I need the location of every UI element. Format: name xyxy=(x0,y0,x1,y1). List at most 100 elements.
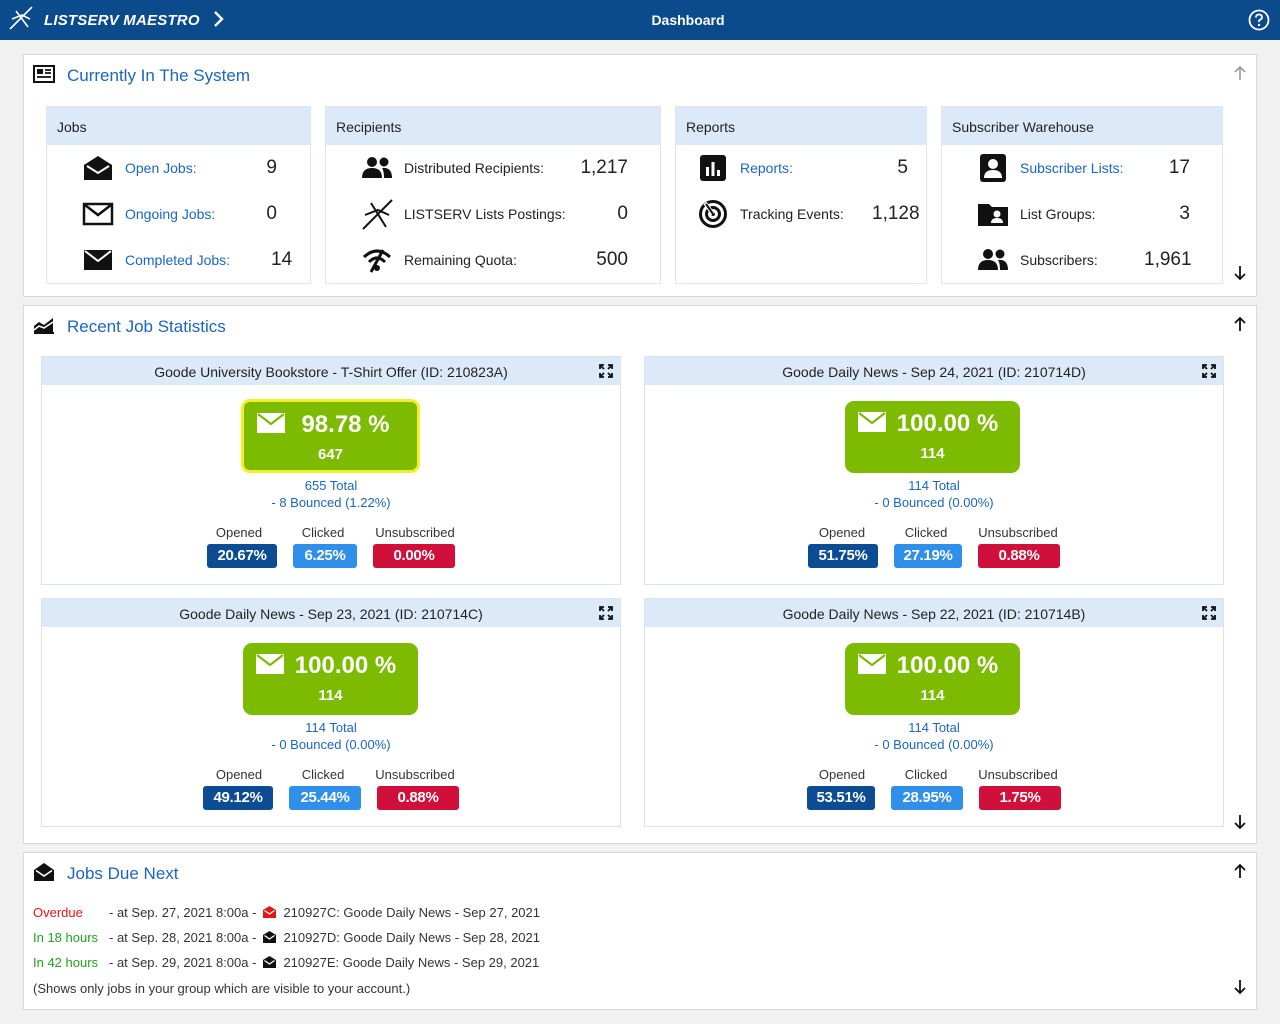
unsubscribed-label: Unsubscribed xyxy=(375,767,455,782)
unsubscribed-rate[interactable]: 0.88% xyxy=(978,544,1060,568)
clicked-rate[interactable]: 25.44% xyxy=(289,786,361,810)
collapse-arrow-icon[interactable] xyxy=(1233,316,1247,337)
completed-jobs-value: 14 xyxy=(271,249,293,270)
page-title: Dashboard xyxy=(651,12,725,28)
fullscreen-icon[interactable] xyxy=(1202,364,1216,383)
bounced-link[interactable]: - 0 Bounced (0.00%) xyxy=(42,737,620,752)
envelope-open-icon xyxy=(81,154,115,182)
bounced-link[interactable]: - 8 Bounced (1.22%) xyxy=(42,495,620,510)
completed-jobs-link[interactable]: Completed Jobs: xyxy=(125,252,230,268)
expand-arrow-icon[interactable] xyxy=(1233,265,1247,286)
envelope-open-icon xyxy=(33,862,55,887)
open-jobs-link[interactable]: Open Jobs: xyxy=(125,160,197,176)
ongoing-jobs-value: 0 xyxy=(266,203,277,224)
subscribers-label: Subscribers: xyxy=(1020,252,1098,268)
reports-box: Reports Reports: 5 Tracking Events: 1,12… xyxy=(675,106,927,284)
opened-rate[interactable]: 20.67% xyxy=(207,544,277,568)
due-job-row[interactable]: In 42 hours - at Sep. 29, 2021 8:00a - 2… xyxy=(33,953,539,971)
open-jobs-row: Open Jobs: 9 xyxy=(81,154,291,182)
due-job-name[interactable]: 210927C: Goode Daily News - Sep 27, 2021 xyxy=(283,905,540,920)
remaining-quota-label: Remaining Quota: xyxy=(404,252,517,268)
help-icon[interactable] xyxy=(1248,9,1270,36)
clicked-rate[interactable]: 27.19% xyxy=(894,544,962,568)
subscribers-value: 1,961 xyxy=(1144,249,1192,270)
recipients-box: Recipients Distributed Recipients: 1,217… xyxy=(325,106,661,284)
total-link[interactable]: 114 Total xyxy=(645,720,1223,735)
opened-rate[interactable]: 49.12% xyxy=(203,786,273,810)
opened-label: Opened xyxy=(215,767,263,782)
job-stat-card-title: Goode Daily News - Sep 22, 2021 (ID: 210… xyxy=(645,599,1223,627)
delivery-rate-badge[interactable]: 98.78 % 647 xyxy=(241,399,420,473)
due-note: (Shows only jobs in your group which are… xyxy=(33,981,411,996)
delivery-rate-badge[interactable]: 100.00 % 114 xyxy=(845,643,1020,715)
subscriber-lists-link[interactable]: Subscriber Lists: xyxy=(1020,160,1123,176)
delivery-rate-badge[interactable]: 100.00 % 114 xyxy=(243,643,418,715)
users-icon xyxy=(976,246,1010,274)
due-job-name[interactable]: 210927E: Goode Daily News - Sep 29, 2021 xyxy=(283,955,539,970)
users-icon xyxy=(360,154,394,182)
due-status: In 42 hours xyxy=(33,954,99,970)
opened-label: Opened xyxy=(818,767,866,782)
dashboard-icon xyxy=(33,64,55,88)
stats-panel-title: Recent Job Statistics xyxy=(67,317,226,336)
list-groups-value: 3 xyxy=(1179,203,1190,224)
job-stat-card-title: Goode Daily News - Sep 23, 2021 (ID: 210… xyxy=(42,599,620,627)
clicked-rate[interactable]: 6.25% xyxy=(293,544,357,568)
reports-link[interactable]: Reports: xyxy=(740,160,793,176)
due-status: In 18 hours xyxy=(33,929,99,945)
list-groups-row: List Groups: 3 xyxy=(976,200,1216,228)
total-link[interactable]: 114 Total xyxy=(42,720,620,735)
envelope-filled-icon xyxy=(81,246,115,274)
subscribers-row: Subscribers: 1,961 xyxy=(976,246,1216,274)
due-job-name[interactable]: 210927D: Goode Daily News - Sep 28, 2021 xyxy=(283,930,540,945)
collapse-arrow-icon[interactable] xyxy=(1233,65,1247,86)
metric-labels: Opened Clicked Unsubscribed xyxy=(645,767,1223,782)
clicked-label: Clicked xyxy=(904,767,948,782)
opened-label: Opened xyxy=(215,525,263,540)
due-job-row[interactable]: Overdue - at Sep. 27, 2021 8:00a - 21092… xyxy=(33,903,540,921)
reports-row: Reports: 5 xyxy=(696,154,916,182)
bounced-link[interactable]: - 0 Bounced (0.00%) xyxy=(645,495,1223,510)
delivered-count: 114 xyxy=(318,687,343,704)
delivery-rate: 98.78 % xyxy=(301,411,390,438)
jobs-box: Jobs Open Jobs: 9 Ongoing Jobs: 0 Comple… xyxy=(46,106,311,284)
reports-value: 5 xyxy=(897,157,908,178)
jobs-box-header: Jobs xyxy=(47,107,310,145)
expand-arrow-icon[interactable] xyxy=(1233,814,1247,835)
system-panel-header: Currently In The System xyxy=(33,64,250,88)
fullscreen-icon[interactable] xyxy=(599,606,613,625)
listserv-icon xyxy=(360,199,394,230)
total-link[interactable]: 114 Total xyxy=(645,478,1223,493)
delivery-rate: 100.00 % xyxy=(294,652,397,679)
fullscreen-icon[interactable] xyxy=(1202,606,1216,625)
envelope-open-icon xyxy=(262,930,277,944)
collapse-arrow-icon[interactable] xyxy=(1233,863,1247,884)
total-link[interactable]: 655 Total xyxy=(42,478,620,493)
unsubscribed-rate[interactable]: 1.75% xyxy=(979,786,1061,810)
top-bar: LISTSERV MAESTRO Dashboard xyxy=(0,0,1280,40)
metric-values: 51.75% 27.19% 0.88% xyxy=(645,544,1223,568)
ongoing-jobs-row: Ongoing Jobs: 0 xyxy=(81,200,291,228)
bounced-link[interactable]: - 0 Bounced (0.00%) xyxy=(645,737,1223,752)
expand-arrow-icon[interactable] xyxy=(1233,979,1247,1000)
due-panel-title: Jobs Due Next xyxy=(67,864,179,883)
unsubscribed-label: Unsubscribed xyxy=(375,525,455,540)
due-time: - at Sep. 29, 2021 8:00a - xyxy=(109,954,257,970)
fullscreen-icon[interactable] xyxy=(599,364,613,383)
metric-labels: Opened Clicked Unsubscribed xyxy=(645,525,1223,540)
clicked-rate[interactable]: 28.95% xyxy=(891,786,963,810)
due-panel-header: Jobs Due Next xyxy=(33,862,179,887)
metric-values: 49.12% 25.44% 0.88% xyxy=(42,786,620,810)
opened-rate[interactable]: 53.51% xyxy=(807,786,875,810)
ongoing-jobs-link[interactable]: Ongoing Jobs: xyxy=(125,206,215,222)
delivery-rate-badge[interactable]: 100.00 % 114 xyxy=(845,401,1020,473)
tracking-events-value: 1,128 xyxy=(872,203,920,224)
warehouse-box-header: Subscriber Warehouse xyxy=(942,107,1222,145)
delivered-count: 114 xyxy=(920,687,945,704)
opened-rate[interactable]: 51.75% xyxy=(808,544,878,568)
due-job-row[interactable]: In 18 hours - at Sep. 28, 2021 8:00a - 2… xyxy=(33,928,540,946)
unsubscribed-rate[interactable]: 0.00% xyxy=(373,544,455,568)
radar-icon xyxy=(696,200,730,228)
metric-values: 20.67% 6.25% 0.00% xyxy=(42,544,620,568)
unsubscribed-rate[interactable]: 0.88% xyxy=(377,786,459,810)
